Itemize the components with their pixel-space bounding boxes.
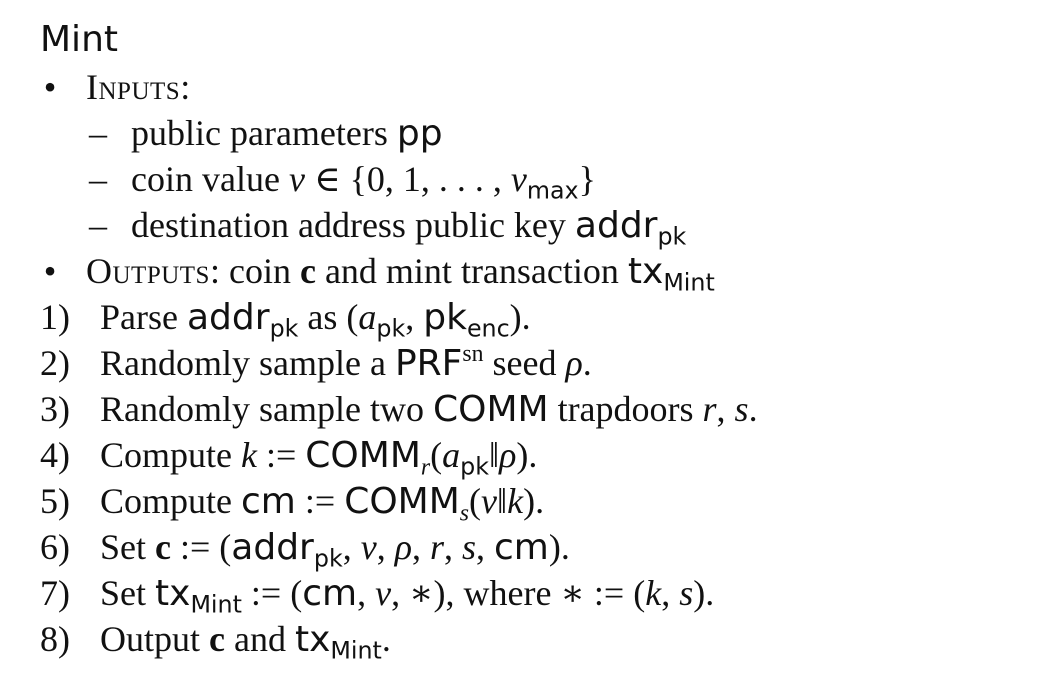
inputs-label: Inputs [86,67,181,107]
step-number: 5) [40,481,70,521]
step-item: 3) Randomly sample two COMM trapdoors r,… [40,386,1040,432]
outputs-heading: • Outputs: coin c and mint transaction t… [40,248,1040,294]
step-item: 7) Set txMint := (cm, v, ∗), where ∗ := … [40,570,1040,616]
step-text: Compute k := COMMr(apk‖ρ). [100,435,538,481]
input-item: – public parameters pp [40,110,1040,156]
step-item: 2) Randomly sample a PRFsn seed ρ. [40,340,1040,386]
outputs-label: Outputs [86,251,210,291]
step-number: 8) [40,619,70,659]
step-text: Output c and txMint. [100,619,391,665]
bullet-icon: • [43,251,57,291]
step-number: 7) [40,573,70,613]
dash-icon: – [89,205,107,245]
inputs-heading: • Inputs: [40,64,1040,110]
step-text: Randomly sample two COMM trapdoors r, s. [100,389,758,430]
step-item: 8) Output c and txMint. [40,616,1040,662]
input-item-text: public parameters pp [131,113,443,154]
input-item: – coin value v ∈ {0, 1, . . . , vmax} [40,156,1040,202]
dash-icon: – [89,113,107,153]
algorithm-title: Mint [40,19,118,60]
step-text: Set c := (addrpk, v, ρ, r, s, cm). [100,527,570,573]
step-item: 6) Set c := (addrpk, v, ρ, r, s, cm). [40,524,1040,570]
step-item: 5) Compute cm := COMMs(v‖k). [40,478,1040,527]
step-number: 2) [40,343,70,383]
outputs-text: coin c and mint transaction txMint [228,251,715,297]
step-number: 6) [40,527,70,567]
mint-algorithm: Mint • Inputs: – public parameters pp – … [40,18,1040,662]
step-text: Randomly sample a PRFsn seed ρ. [100,340,592,384]
step-text: Parse addrpk as (apk, pkenc). [100,297,531,343]
step-text: Compute cm := COMMs(v‖k). [100,481,545,527]
bullet-icon: • [43,67,57,107]
dash-icon: – [89,159,107,199]
step-number: 4) [40,435,70,475]
input-item: – destination address public key addrpk [40,202,1040,248]
step-item: 1) Parse addrpk as (apk, pkenc). [40,294,1040,340]
step-number: 1) [40,297,70,337]
step-text: Set txMint := (cm, v, ∗), where ∗ := (k,… [100,573,715,619]
step-item: 4) Compute k := COMMr(apk‖ρ). [40,432,1040,481]
input-item-text: coin value v ∈ {0, 1, . . . , vmax} [131,159,596,205]
step-number: 3) [40,389,70,429]
input-item-text: destination address public key addrpk [131,205,687,251]
